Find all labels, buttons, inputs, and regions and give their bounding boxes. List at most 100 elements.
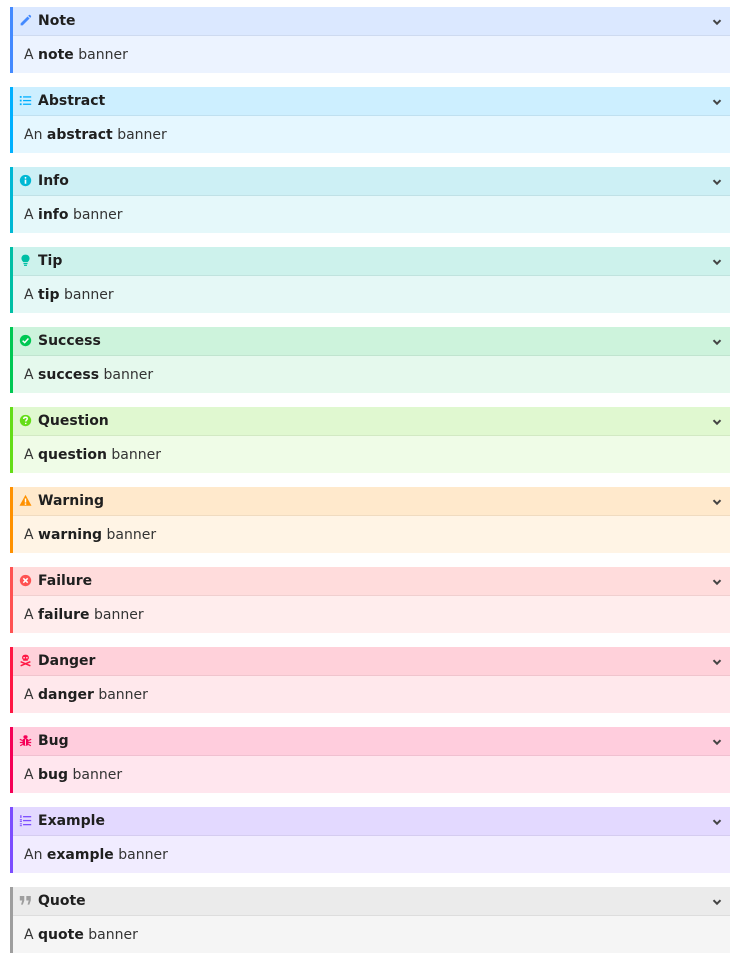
admonition-body: A info banner	[13, 196, 730, 233]
admonition-warning: Warning A warning banner	[10, 487, 730, 553]
body-prefix: A	[24, 687, 34, 703]
admonition-body: A warning banner	[13, 516, 730, 553]
body-prefix: A	[24, 367, 34, 383]
admonition-title: Quote	[38, 893, 86, 909]
admonition-header[interactable]: Danger	[13, 647, 730, 676]
body-keyword: failure	[38, 607, 90, 623]
admonition-header[interactable]: Info	[13, 167, 730, 196]
chevron-down-icon[interactable]	[711, 576, 723, 588]
warning-triangle-icon	[19, 494, 32, 507]
body-prefix: A	[24, 527, 34, 543]
admonition-body: A quote banner	[13, 916, 730, 953]
admonition-header[interactable]: Example	[13, 807, 730, 836]
chevron-down-icon[interactable]	[711, 336, 723, 348]
body-prefix: A	[24, 207, 34, 223]
body-keyword: example	[46, 847, 114, 863]
body-prefix: An	[24, 127, 43, 143]
chevron-down-icon[interactable]	[711, 16, 723, 28]
admonition-tip: Tip A tip banner	[10, 247, 730, 313]
body-keyword: tip	[38, 287, 60, 303]
body-keyword: info	[38, 207, 69, 223]
list-icon	[19, 94, 32, 107]
admonition-header[interactable]: Abstract	[13, 87, 730, 116]
body-suffix: banner	[88, 927, 138, 943]
body-suffix: banner	[111, 447, 161, 463]
admonition-title: Question	[38, 413, 109, 429]
body-keyword: abstract	[46, 127, 113, 143]
body-suffix: banner	[103, 367, 154, 383]
chevron-down-icon[interactable]	[711, 256, 723, 268]
body-suffix: banner	[117, 127, 167, 143]
admonition-question: Question A question banner	[10, 407, 730, 473]
chevron-down-icon[interactable]	[711, 96, 723, 108]
question-circle-icon	[19, 414, 32, 427]
chevron-down-icon[interactable]	[711, 896, 723, 908]
admonition-abstract: Abstract An abstract banner	[10, 87, 730, 153]
chevron-down-icon[interactable]	[711, 816, 723, 828]
admonition-title: Note	[38, 13, 76, 29]
admonition-title: Tip	[38, 253, 63, 269]
body-keyword: warning	[38, 527, 103, 543]
lightbulb-icon	[19, 254, 32, 267]
admonition-header[interactable]: Question	[13, 407, 730, 436]
body-prefix: A	[24, 287, 34, 303]
admonition-example: Example An example banner	[10, 807, 730, 873]
x-circle-icon	[19, 574, 32, 587]
admonition-header[interactable]: Tip	[13, 247, 730, 276]
skull-crossbones-icon	[19, 654, 32, 667]
numbered-list-icon	[19, 814, 32, 827]
admonition-title: Warning	[38, 493, 105, 509]
admonition-title: Example	[38, 813, 105, 829]
body-prefix: A	[24, 47, 34, 63]
body-keyword: quote	[38, 927, 84, 943]
bug-icon	[19, 734, 32, 747]
chevron-down-icon[interactable]	[711, 416, 723, 428]
chevron-down-icon[interactable]	[711, 176, 723, 188]
quote-icon	[19, 894, 32, 907]
body-suffix: banner	[72, 207, 123, 223]
body-suffix: banner	[72, 767, 123, 783]
admonition-header[interactable]: Success	[13, 327, 730, 356]
admonition-header[interactable]: Note	[13, 7, 730, 36]
admonition-header[interactable]: Bug	[13, 727, 730, 756]
chevron-down-icon[interactable]	[711, 496, 723, 508]
admonition-title: Success	[38, 333, 101, 349]
pencil-icon	[19, 14, 32, 27]
admonition-body: An abstract banner	[13, 116, 730, 153]
admonition-body: A success banner	[13, 356, 730, 393]
admonition-title: Bug	[38, 733, 69, 749]
body-keyword: danger	[38, 687, 94, 703]
admonition-title: Danger	[38, 653, 96, 669]
admonition-success: Success A success banner	[10, 327, 730, 393]
admonition-title: Failure	[38, 573, 93, 589]
body-suffix: banner	[118, 847, 168, 863]
body-prefix: A	[24, 607, 34, 623]
body-keyword: bug	[38, 767, 69, 783]
body-prefix: An	[24, 847, 43, 863]
admonition-header[interactable]: Warning	[13, 487, 730, 516]
body-prefix: A	[24, 447, 34, 463]
admonition-danger: Danger A danger banner	[10, 647, 730, 713]
admonition-bug: Bug A bug banner	[10, 727, 730, 793]
chevron-down-icon[interactable]	[711, 736, 723, 748]
body-suffix: banner	[64, 287, 114, 303]
chevron-down-icon[interactable]	[711, 656, 723, 668]
info-circle-icon	[19, 174, 32, 187]
admonition-body: An example banner	[13, 836, 730, 873]
admonition-body: A note banner	[13, 36, 730, 73]
admonition-header[interactable]: Failure	[13, 567, 730, 596]
admonition-quote: Quote A quote banner	[10, 887, 730, 953]
body-suffix: banner	[94, 607, 144, 623]
body-keyword: question	[38, 447, 107, 463]
body-suffix: banner	[98, 687, 148, 703]
admonition-body: A failure banner	[13, 596, 730, 633]
admonition-header[interactable]: Quote	[13, 887, 730, 916]
check-circle-icon	[19, 334, 32, 347]
admonition-body: A danger banner	[13, 676, 730, 713]
admonition-body: A bug banner	[13, 756, 730, 793]
admonition-note: Note A note banner	[10, 7, 730, 73]
body-keyword: success	[38, 367, 100, 383]
body-prefix: A	[24, 927, 34, 943]
body-keyword: note	[38, 47, 74, 63]
admonition-title: Abstract	[38, 93, 106, 109]
